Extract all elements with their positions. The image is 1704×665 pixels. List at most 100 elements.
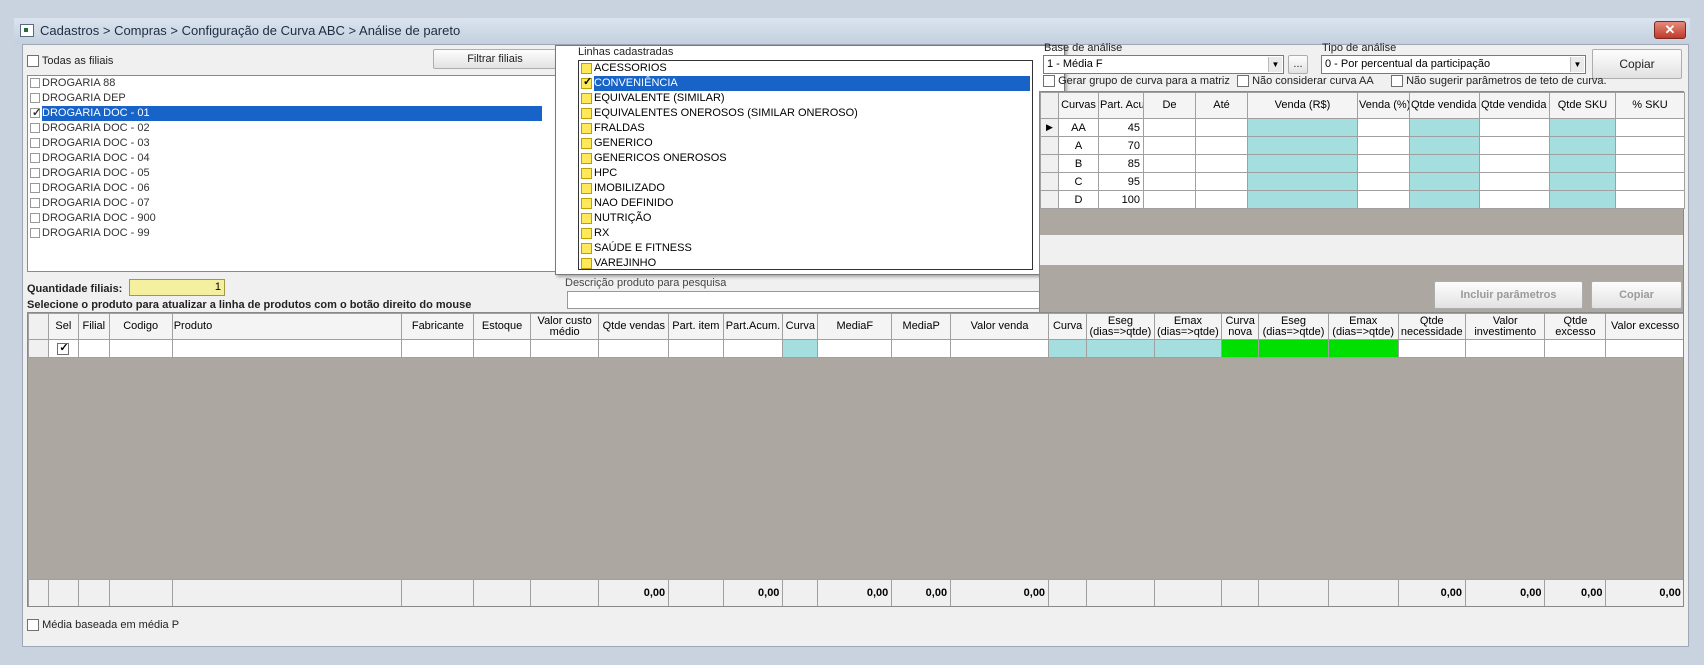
chevron-down-icon[interactable]: ▼ [1268, 57, 1282, 72]
branch-item[interactable]: DROGARIA DOC - 900 [28, 211, 556, 226]
products-column-header[interactable]: Part. item [668, 313, 724, 340]
branch-checkbox[interactable] [30, 138, 40, 149]
branch-item[interactable]: DROGARIA DOC - 01 [28, 106, 556, 121]
curve-value-cell[interactable] [1615, 154, 1685, 173]
product-line-checkbox[interactable] [581, 107, 592, 119]
branch-item[interactable]: DROGARIA DOC - 99 [28, 226, 556, 241]
products-column-header[interactable]: Produto [171, 313, 403, 340]
curve-part-cell[interactable]: 45 [1098, 118, 1144, 137]
curve-value-cell[interactable] [1357, 118, 1410, 137]
curve-value-cell[interactable] [1247, 190, 1358, 209]
product-cell[interactable] [782, 339, 819, 358]
curve-value-cell[interactable] [1357, 190, 1410, 209]
branch-item[interactable]: DROGARIA DOC - 02 [28, 121, 556, 136]
curves-column-header[interactable]: % SKU [1615, 92, 1685, 119]
products-column-header[interactable]: Curva nova [1221, 313, 1260, 340]
curve-value-cell[interactable] [1143, 172, 1196, 191]
product-line-item[interactable]: VAREJINHO [579, 256, 1032, 269]
product-cell[interactable] [891, 339, 952, 358]
product-line-item[interactable]: IMOBILIZADO [579, 181, 1032, 196]
product-cell[interactable] [1086, 339, 1155, 358]
curve-value-cell[interactable] [1195, 172, 1248, 191]
curves-row[interactable]: B 85 [1040, 154, 1685, 173]
product-line-checkbox[interactable] [581, 257, 592, 269]
product-cell[interactable] [1327, 339, 1399, 358]
product-line-checkbox[interactable] [581, 242, 592, 254]
branch-checkbox[interactable] [30, 123, 40, 134]
curve-value-cell[interactable] [1143, 154, 1196, 173]
curve-value-cell[interactable] [1195, 118, 1248, 137]
product-line-checkbox[interactable] [581, 92, 592, 104]
branch-item[interactable]: DROGARIA DOC - 05 [28, 166, 556, 181]
branch-item[interactable]: DROGARIA DOC - 07 [28, 196, 556, 211]
branch-checkbox[interactable] [30, 168, 40, 179]
include-parameters-button[interactable]: Incluir parâmetros [1434, 281, 1583, 309]
all-branches-option[interactable]: Todas as filiais [27, 55, 113, 68]
curves-column-header[interactable]: Part. Acum. [1098, 92, 1144, 119]
branch-list[interactable]: DROGARIA 88 DROGARIA DEP DROGARIA DOC - 01… [27, 75, 557, 272]
product-cell[interactable] [950, 339, 1050, 358]
curve-value-cell[interactable] [1247, 118, 1358, 137]
media-p-option[interactable]: Média baseada em média P [27, 619, 179, 632]
products-grid[interactable]: Sel Filial Codigo Produto Fabricante Estoque V… [27, 312, 1684, 607]
products-column-header[interactable]: Qtde necessidade [1397, 313, 1467, 340]
curve-value-cell[interactable] [1409, 190, 1480, 209]
curve-value-cell[interactable] [1357, 172, 1410, 191]
curves-column-header[interactable]: De [1143, 92, 1196, 119]
products-column-header[interactable]: MediaP [891, 313, 952, 340]
curve-value-cell[interactable] [1195, 136, 1248, 155]
curve-value-cell[interactable] [1615, 172, 1685, 191]
product-cell[interactable] [171, 339, 403, 358]
product-line-checkbox[interactable] [581, 212, 592, 224]
product-line-checkbox[interactable] [581, 227, 592, 239]
products-column-header[interactable]: Valor venda [950, 313, 1050, 340]
product-line-item[interactable]: GENERICOS ONEROSOS [579, 151, 1032, 166]
products-column-header[interactable]: Valor excesso [1605, 313, 1683, 340]
products-column-header[interactable]: Qtde excesso [1544, 313, 1607, 340]
no-aa-checkbox[interactable] [1237, 75, 1249, 88]
product-cell[interactable] [1397, 339, 1467, 358]
base-analysis-select[interactable]: 1 - Média F ▼ [1043, 55, 1284, 74]
curve-value-cell[interactable] [1615, 136, 1685, 155]
branch-item[interactable]: DROGARIA DEP [28, 91, 556, 106]
curve-name-cell[interactable]: C [1058, 172, 1099, 191]
curve-value-cell[interactable] [1409, 172, 1480, 191]
curves-column-header[interactable]: Qtde SKU [1549, 92, 1616, 119]
curve-value-cell[interactable] [1195, 190, 1248, 209]
curve-value-cell[interactable] [1615, 118, 1685, 137]
curve-value-cell[interactable] [1247, 172, 1358, 191]
products-column-header[interactable]: Emax (dias=>qtde) [1153, 313, 1223, 340]
curve-value-cell[interactable] [1549, 172, 1616, 191]
product-cell[interactable] [1544, 339, 1607, 358]
curve-name-cell[interactable]: D [1058, 190, 1099, 209]
curves-row[interactable]: C 95 [1040, 172, 1685, 191]
curves-column-header[interactable]: Curvas [1058, 92, 1099, 119]
curves-column-header[interactable]: Venda (%) [1357, 92, 1410, 119]
curves-column-header[interactable]: Qtde vendida (%) [1479, 92, 1550, 119]
no-suggest-checkbox[interactable] [1391, 75, 1403, 88]
curve-value-cell[interactable] [1247, 154, 1358, 173]
product-line-checkbox[interactable] [581, 75, 592, 90]
all-branches-checkbox[interactable] [27, 55, 39, 68]
branch-checkbox[interactable] [30, 78, 40, 89]
product-cell[interactable] [817, 339, 893, 358]
base-analysis-more-button[interactable]: ... [1288, 55, 1308, 74]
curves-row[interactable]: ▶ AA 45 [1040, 118, 1685, 137]
branch-item[interactable]: DROGARIA DOC - 03 [28, 136, 556, 151]
product-line-item[interactable]: EQUIVALENTE (SIMILAR) [579, 91, 1032, 106]
product-cell[interactable] [1221, 339, 1260, 358]
branch-checkbox[interactable] [30, 106, 41, 121]
product-cell[interactable] [1258, 339, 1329, 358]
copy-parameters-button[interactable]: Copiar [1591, 281, 1682, 309]
curve-value-cell[interactable] [1195, 154, 1248, 173]
curve-value-cell[interactable] [1615, 190, 1685, 209]
curve-name-cell[interactable]: AA [1058, 118, 1099, 137]
branch-checkbox[interactable] [30, 228, 40, 239]
curves-column-header[interactable]: Venda (R$) [1247, 92, 1358, 119]
curve-value-cell[interactable] [1409, 154, 1480, 173]
curve-value-cell[interactable] [1479, 136, 1550, 155]
curve-value-cell[interactable] [1409, 136, 1480, 155]
products-column-header[interactable]: Filial [78, 313, 110, 340]
product-cell[interactable] [78, 339, 110, 358]
curve-value-cell[interactable] [1247, 136, 1358, 155]
